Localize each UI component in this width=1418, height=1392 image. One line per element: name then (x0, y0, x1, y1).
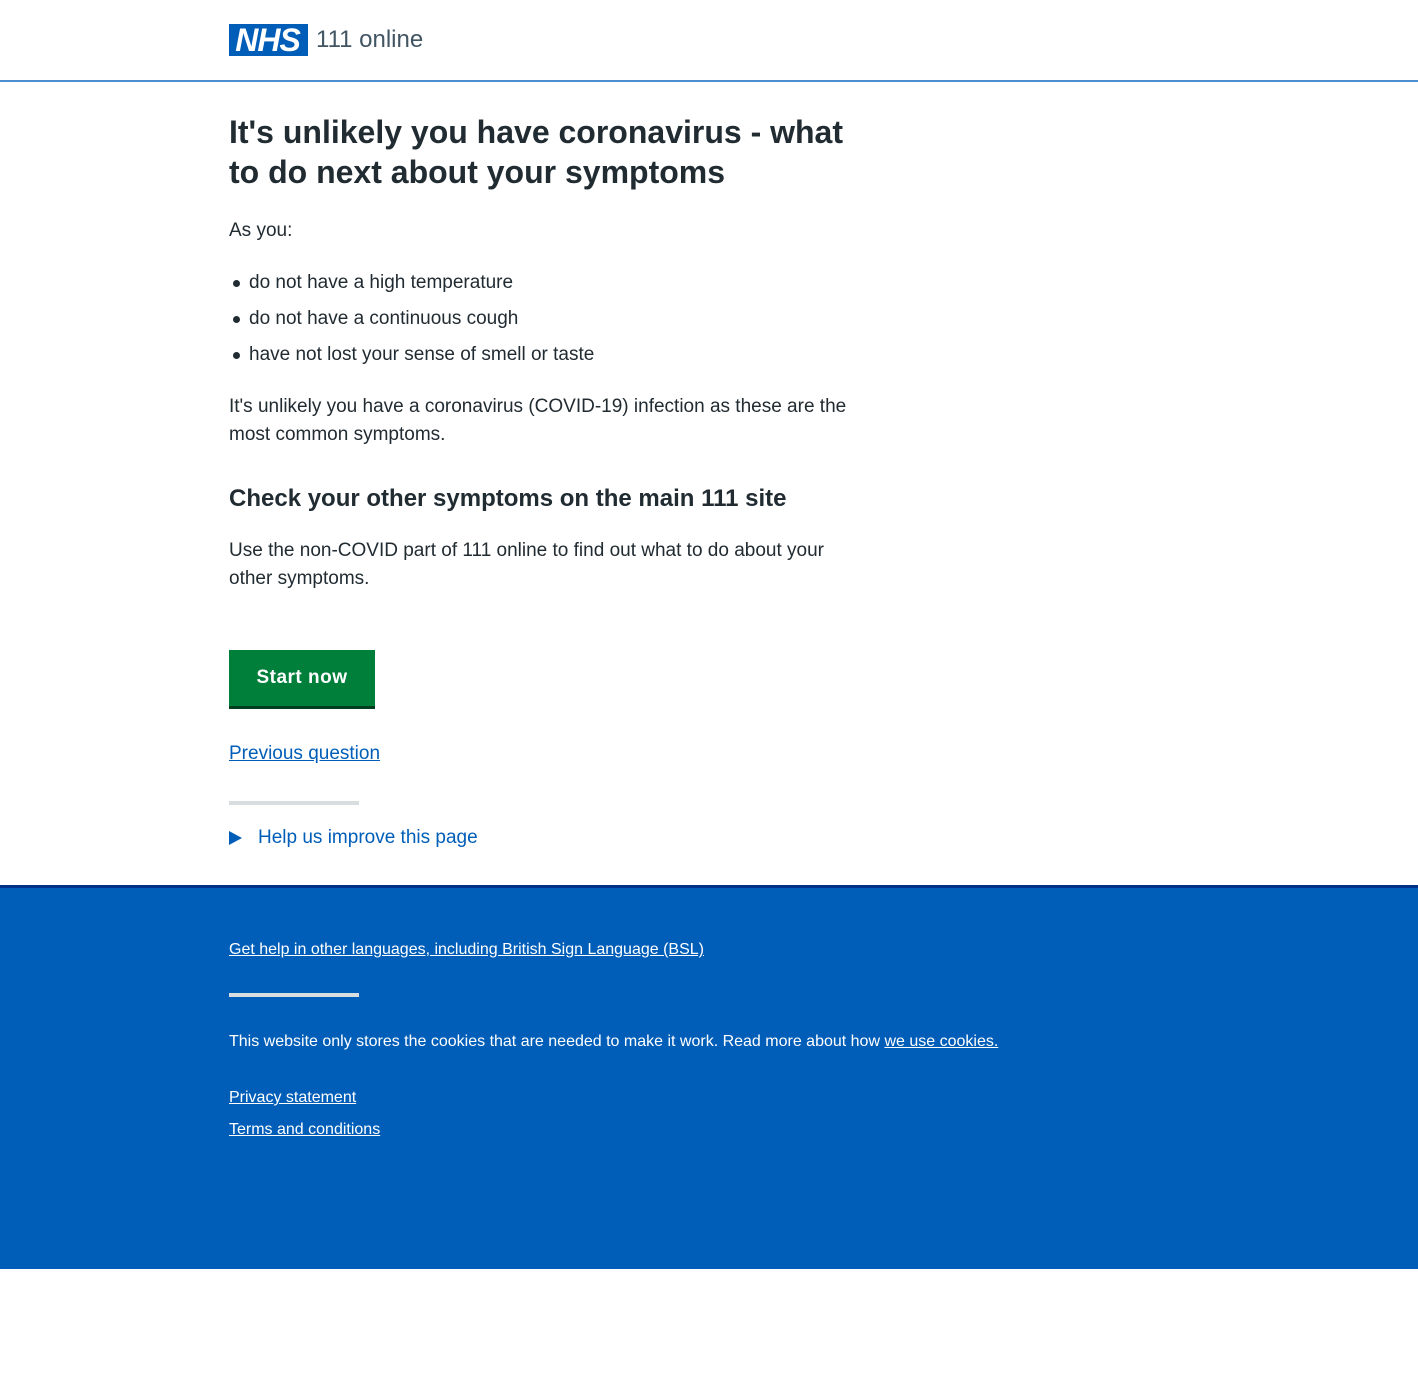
list-item: do not have a high temperature (229, 269, 594, 297)
bullet-icon (233, 316, 240, 323)
triangle-right-icon (229, 831, 242, 845)
cookies-notice: This website only stores the cookies tha… (229, 1030, 998, 1054)
nhs-logo: NHS (229, 24, 308, 56)
previous-question-link[interactable]: Previous question (229, 740, 380, 768)
privacy-statement-link[interactable]: Privacy statement (229, 1086, 356, 1110)
help-improve-label: Help us improve this page (258, 827, 478, 848)
help-improve-toggle[interactable]: Help us improve this page (229, 824, 478, 852)
page-title: It's unlikely you have coronavirus - wha… (229, 114, 843, 190)
section-divider (229, 801, 359, 805)
list-item-text: do not have a high temperature (249, 272, 514, 293)
footer-divider (229, 993, 359, 997)
unlikely-text: It's unlikely you have a coronavirus (CO… (229, 396, 847, 445)
list-item-text: have not lost your sense of smell or tas… (249, 344, 595, 365)
section-heading: Check your other symptoms on the main 11… (229, 485, 787, 512)
service-name: 111 online (316, 26, 424, 53)
start-now-button[interactable]: Start now (229, 650, 375, 706)
main-content: It's unlikely you have coronavirus - wha… (229, 112, 849, 848)
site-header: NHS 111 online (0, 0, 1418, 82)
use-non-covid-text: Use the non-COVID part of 111 online to … (229, 540, 824, 589)
intro-text: As you: (229, 220, 293, 241)
cookies-notice-text: This website only stores the cookies tha… (229, 1033, 885, 1050)
site-footer: Get help in other languages, including B… (0, 885, 1418, 1269)
list-item-text: do not have a continuous cough (249, 308, 519, 329)
home-link[interactable]: NHS 111 online (229, 24, 423, 56)
list-item: have not lost your sense of smell or tas… (229, 341, 594, 369)
cookies-link[interactable]: we use cookies. (884, 1033, 998, 1050)
bullet-icon (233, 352, 240, 359)
other-languages-link[interactable]: Get help in other languages, including B… (229, 938, 704, 962)
symptom-list: do not have a high temperature do not ha… (229, 269, 594, 377)
terms-conditions-link[interactable]: Terms and conditions (229, 1118, 380, 1142)
bullet-icon (233, 280, 240, 287)
list-item: do not have a continuous cough (229, 305, 594, 333)
